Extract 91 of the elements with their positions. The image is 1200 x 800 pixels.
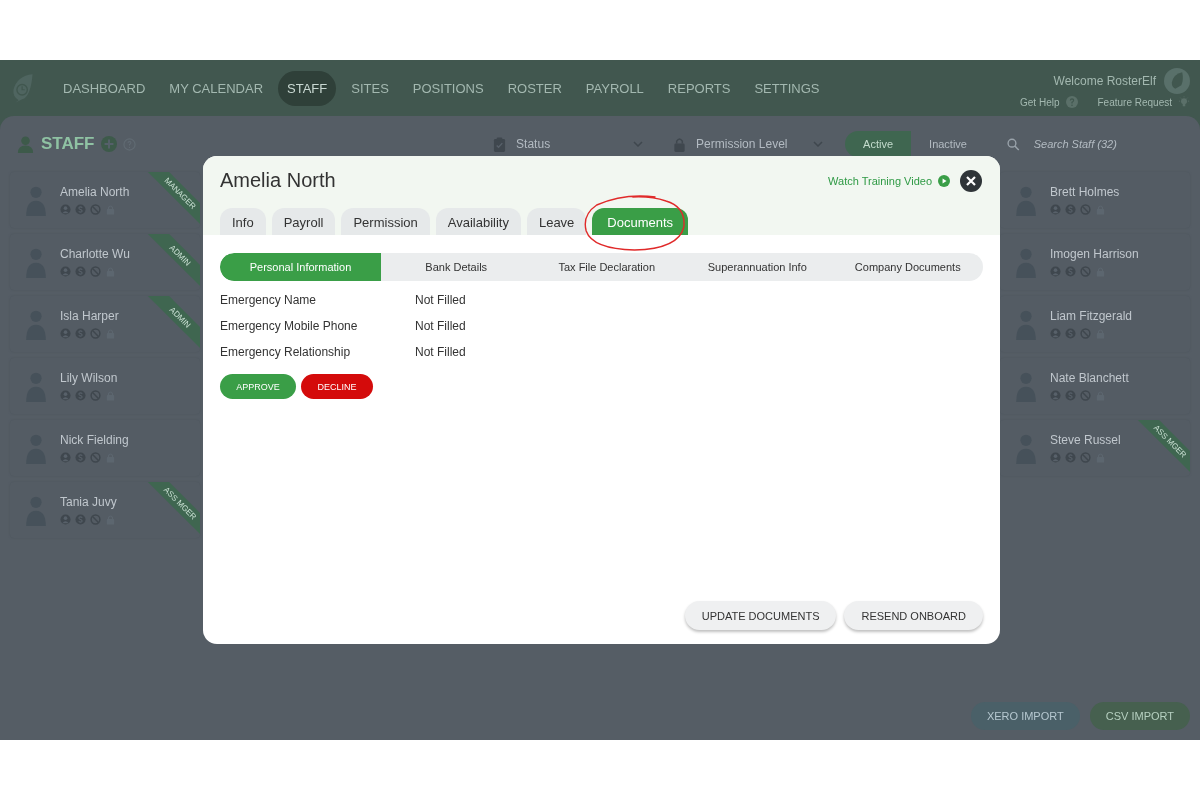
staff-name: Imogen Harrison xyxy=(1050,247,1139,261)
footer-button[interactable]: RESEND ONBOARD xyxy=(844,601,983,630)
staff-card[interactable]: Lily Wilson xyxy=(10,358,200,414)
person-icon[interactable] xyxy=(60,452,71,463)
add-icon[interactable] xyxy=(100,136,117,152)
field-value: Not Filled xyxy=(415,293,467,307)
training-video-link[interactable]: Watch Training Video xyxy=(828,174,932,187)
dollar-icon[interactable] xyxy=(75,390,86,401)
dollar-icon[interactable] xyxy=(1065,204,1076,215)
dollar-icon[interactable] xyxy=(1065,328,1076,339)
staff-name: Charlotte Wu xyxy=(60,247,130,261)
dollar-icon[interactable] xyxy=(75,452,86,463)
import-button[interactable]: XERO IMPORT xyxy=(970,702,1080,730)
staff-card[interactable]: Nate Blanchett xyxy=(1000,358,1190,414)
dialog-title: Amelia North xyxy=(220,169,336,192)
status-toggle-option[interactable]: Inactive xyxy=(911,131,985,157)
staff-card[interactable]: Nick Fielding xyxy=(10,420,200,476)
staff-name: Amelia North xyxy=(60,185,130,199)
staff-name: Tania Juvy xyxy=(60,495,117,509)
person-icon[interactable] xyxy=(1050,266,1061,277)
dollar-icon[interactable] xyxy=(75,204,86,215)
staff-card[interactable]: Liam Fitzgerald xyxy=(1000,296,1190,352)
dollar-icon[interactable] xyxy=(1065,390,1076,401)
nav-link[interactable]: SITES xyxy=(342,70,398,106)
nav-link[interactable]: STAFF xyxy=(278,70,337,106)
dialog-tab[interactable]: Payroll xyxy=(271,208,336,235)
staff-name: Lily Wilson xyxy=(60,371,118,385)
person-icon[interactable] xyxy=(60,266,71,277)
staff-name: Isla Harper xyxy=(60,309,119,323)
dialog-tab[interactable]: Documents xyxy=(592,208,689,235)
search-field[interactable]: Search Staff (32) xyxy=(1031,137,1182,151)
welcome-text: Welcome RosterElf xyxy=(1053,74,1156,88)
nav-link[interactable]: DASHBOARD xyxy=(54,70,155,106)
dollar-icon[interactable] xyxy=(75,266,86,277)
get-help-link[interactable]: Get Help xyxy=(1020,96,1060,108)
field-label: Emergency Mobile Phone xyxy=(220,319,359,333)
clipboard-check-icon xyxy=(493,136,507,152)
staff-title: STAFF xyxy=(41,134,95,154)
play-icon[interactable] xyxy=(938,174,950,187)
status-dropdown[interactable]: Status xyxy=(485,130,652,158)
dialog-tab[interactable]: Info xyxy=(220,208,266,235)
field-label: Emergency Relationship xyxy=(220,345,352,359)
field-value: Not Filled xyxy=(415,345,467,359)
field-value: Not Filled xyxy=(415,319,467,333)
footer-button[interactable]: UPDATE DOCUMENTS xyxy=(684,601,837,630)
decline-button[interactable]: DECLINE xyxy=(301,374,373,399)
help-icon[interactable] xyxy=(1065,96,1078,108)
dialog-tab[interactable]: Leave xyxy=(526,208,587,235)
staff-name: Liam Fitzgerald xyxy=(1050,309,1133,323)
nav-link[interactable]: PAYROLL xyxy=(576,70,653,106)
person-icon[interactable] xyxy=(60,390,71,401)
person-icon[interactable] xyxy=(1050,390,1061,401)
document-section-tab[interactable]: Superannuation Info xyxy=(682,253,833,281)
nav-link[interactable]: POSITIONS xyxy=(403,70,493,106)
search-icon xyxy=(1007,136,1020,152)
dialog-tab[interactable]: Availability xyxy=(435,208,521,235)
status-toggle-option[interactable]: Active xyxy=(845,131,912,157)
person-icon[interactable] xyxy=(60,514,71,525)
document-section-tab[interactable]: Bank Details xyxy=(381,253,532,281)
field-label: Emergency Name xyxy=(220,293,318,307)
staff-card[interactable]: Brett Holmes xyxy=(1000,172,1190,228)
person-icon xyxy=(16,134,35,154)
staff-name: Nick Fielding xyxy=(60,433,129,447)
person-icon[interactable] xyxy=(1050,204,1061,215)
document-section-tab[interactable]: Company Documents xyxy=(832,253,983,281)
feature-request-link[interactable]: Feature Request xyxy=(1097,96,1172,108)
dollar-icon[interactable] xyxy=(75,514,86,525)
approve-button[interactable]: APPROVE xyxy=(220,374,296,399)
nav-link[interactable]: MY CALENDAR xyxy=(160,70,273,106)
staff-name: Nate Blanchett xyxy=(1050,371,1129,385)
staff-name: Brett Holmes xyxy=(1050,185,1120,199)
import-button[interactable]: CSV IMPORT xyxy=(1089,702,1190,730)
staff-name: Steve Russel xyxy=(1050,433,1121,447)
document-section-tab[interactable]: Tax File Declaration xyxy=(531,253,682,281)
nav-link[interactable]: ROSTER xyxy=(498,70,571,106)
dialog-tab[interactable]: Permission xyxy=(341,208,430,235)
close-icon xyxy=(965,174,977,187)
person-icon[interactable] xyxy=(60,204,71,215)
dollar-icon[interactable] xyxy=(75,328,86,339)
document-section-tab[interactable]: Personal Information xyxy=(220,253,381,281)
staff-card[interactable]: Imogen Harrison xyxy=(1000,234,1190,290)
close-button[interactable] xyxy=(960,169,982,192)
permission-level-dropdown[interactable]: Permission Level xyxy=(665,130,832,158)
dollar-icon[interactable] xyxy=(1065,266,1076,277)
person-icon[interactable] xyxy=(1050,328,1061,339)
person-icon[interactable] xyxy=(60,328,71,339)
light-bulb-icon[interactable] xyxy=(1178,96,1190,108)
nav-link[interactable]: REPORTS xyxy=(658,70,740,106)
dollar-icon[interactable] xyxy=(1065,452,1076,463)
nav-link[interactable]: SETTINGS xyxy=(745,70,829,106)
person-icon[interactable] xyxy=(1050,452,1061,463)
